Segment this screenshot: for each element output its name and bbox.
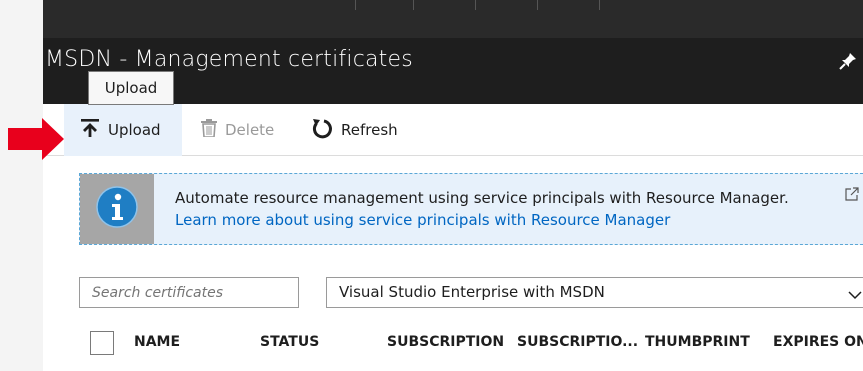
column-header-status[interactable]: STATUS <box>260 334 319 350</box>
table-header: NAME STATUS SUBSCRIPTION SUBSCRIPTIO... … <box>79 328 863 358</box>
refresh-icon <box>311 117 341 143</box>
info-icon-box <box>80 174 154 244</box>
select-all-checkbox[interactable] <box>90 331 114 355</box>
blade-content: Upload Delete Refresh Automate resource … <box>43 104 863 371</box>
page-title: MSDN - Management certificates <box>45 47 413 72</box>
external-link-icon[interactable] <box>845 186 859 205</box>
command-bar: Upload Delete Refresh <box>43 104 863 156</box>
topbar-divider <box>413 0 414 10</box>
refresh-button[interactable]: Refresh <box>311 104 398 156</box>
learn-more-link[interactable]: Learn more about using service principal… <box>175 211 670 229</box>
trash-icon <box>201 119 225 141</box>
pin-icon[interactable] <box>839 52 857 70</box>
topbar-divider <box>599 0 600 10</box>
column-header-subscription-id[interactable]: SUBSCRIPTIO... <box>517 334 638 350</box>
upload-icon <box>80 118 108 142</box>
subscription-dropdown[interactable]: Visual Studio Enterprise with MSDN <box>326 277 863 308</box>
topbar-divider <box>537 0 538 10</box>
search-input[interactable] <box>79 277 299 308</box>
red-arrow-annotation <box>0 114 70 164</box>
upload-tooltip: Upload <box>88 71 174 105</box>
chevron-down-icon <box>848 286 862 304</box>
delete-label: Delete <box>225 121 275 139</box>
upload-label: Upload <box>108 121 161 139</box>
refresh-label: Refresh <box>341 121 398 139</box>
left-background <box>0 0 43 371</box>
subscription-selected-value: Visual Studio Enterprise with MSDN <box>339 283 605 301</box>
topbar-divider <box>355 0 356 10</box>
delete-button[interactable]: Delete <box>201 104 274 156</box>
info-banner: Automate resource management using servi… <box>79 173 863 245</box>
column-header-expires-on[interactable]: EXPIRES ON <box>773 334 863 350</box>
column-header-name[interactable]: NAME <box>134 334 180 350</box>
info-message: Automate resource management using servi… <box>175 189 789 207</box>
info-icon <box>96 186 138 232</box>
column-header-subscription[interactable]: SUBSCRIPTION <box>387 334 504 350</box>
portal-top-bar <box>43 0 863 38</box>
upload-button[interactable]: Upload <box>64 104 182 156</box>
column-header-thumbprint[interactable]: THUMBPRINT <box>645 334 750 350</box>
topbar-divider <box>475 0 476 10</box>
